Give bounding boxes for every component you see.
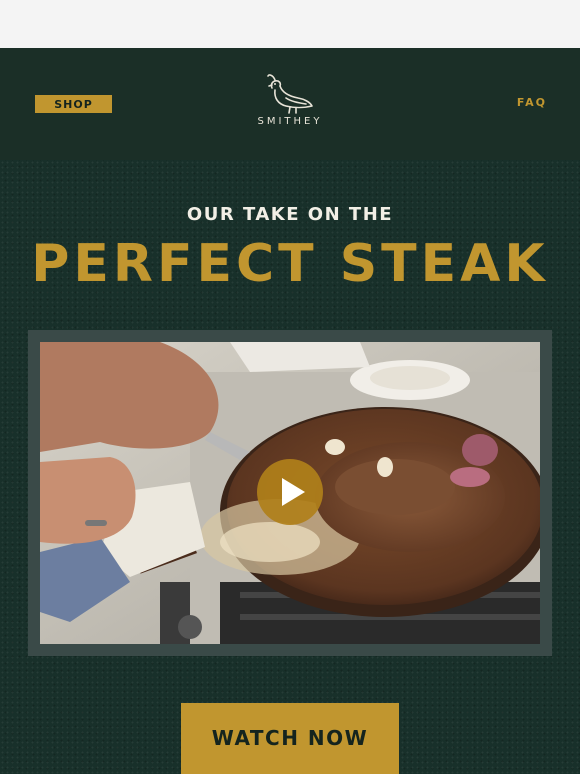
- faq-link[interactable]: FAQ: [517, 96, 547, 109]
- hero-subtitle: OUR TAKE ON THE: [186, 204, 394, 225]
- smithey-logo[interactable]: SMITHEY: [248, 72, 332, 136]
- top-spacer: [0, 0, 580, 48]
- watch-now-button[interactable]: WATCH NOW: [181, 703, 399, 774]
- logo-wordmark: SMITHEY: [257, 116, 323, 127]
- shop-button[interactable]: SHOP: [35, 95, 112, 113]
- hero-title: PERFECT STEAK: [31, 234, 549, 294]
- play-button[interactable]: [257, 459, 323, 525]
- quail-icon: [267, 74, 313, 114]
- play-icon: [282, 478, 305, 506]
- hero-section: OUR TAKE ON THE PERFECT STEAK WATCH NOW: [0, 160, 580, 774]
- video-frame: [28, 330, 552, 656]
- email-header: SHOP SMITHEY FAQ: [0, 48, 580, 160]
- video-thumbnail[interactable]: [40, 342, 540, 644]
